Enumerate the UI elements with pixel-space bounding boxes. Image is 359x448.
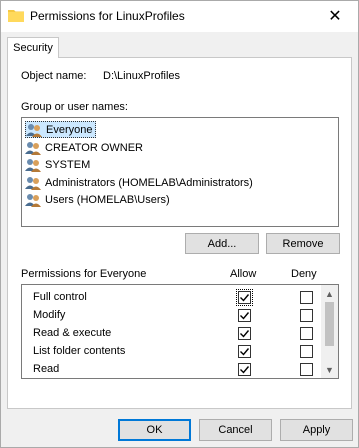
object-name-label: Object name:: [21, 70, 87, 82]
scroll-up-icon[interactable]: ▲: [321, 285, 338, 302]
checkmark-icon: [240, 312, 250, 320]
user-label: SYSTEM: [45, 158, 91, 171]
deny-column-header: Deny: [291, 268, 317, 280]
add-button-label: Add...: [207, 237, 237, 250]
permission-row-read-execute: Read & execute: [22, 325, 322, 343]
permission-name: Full control: [33, 291, 87, 303]
add-button[interactable]: Add...: [185, 233, 259, 254]
permissions-scrollbar[interactable]: ▲ ▼: [321, 285, 338, 378]
users-group-icon: [25, 193, 41, 207]
cancel-button-label: Cancel: [218, 424, 253, 436]
permissions-header: Permissions for Everyone: [21, 268, 147, 280]
apply-button[interactable]: Apply: [280, 419, 353, 441]
checkmark-icon: [240, 366, 250, 374]
title-bar: Permissions for LinuxProfiles ✕: [1, 1, 358, 32]
close-icon: ✕: [328, 8, 342, 25]
scroll-thumb[interactable]: [325, 302, 334, 346]
permission-row-read: Read: [22, 361, 322, 378]
checkmark-icon: [240, 330, 250, 338]
ok-button-label: OK: [146, 424, 163, 436]
permissions-dialog: Permissions for LinuxProfiles ✕ Security…: [0, 0, 359, 448]
users-group-icon: [25, 176, 41, 190]
allow-column-header: Allow: [230, 268, 257, 280]
user-label: CREATOR OWNER: [45, 141, 143, 154]
list-item-system[interactable]: SYSTEM: [25, 156, 93, 173]
permission-name: Read: [33, 363, 60, 375]
group-user-list[interactable]: Everyone CREATOR OWNER SYSTEM Administra…: [21, 117, 339, 227]
tab-security[interactable]: Security: [7, 37, 59, 58]
window-title: Permissions for LinuxProfiles: [30, 9, 185, 23]
ok-button[interactable]: OK: [118, 419, 191, 441]
users-group-icon: [25, 158, 41, 172]
list-item-users[interactable]: Users (HOMELAB\Users): [25, 191, 173, 208]
permission-row-modify: Modify: [22, 307, 322, 325]
allow-checkbox[interactable]: [238, 345, 251, 358]
deny-checkbox[interactable]: [300, 309, 313, 322]
permissions-list[interactable]: Full control Modify Read & execute List …: [21, 284, 339, 379]
users-group-icon: [25, 141, 41, 155]
permission-row-list-folder-contents: List folder contents: [22, 343, 322, 361]
deny-checkbox[interactable]: [300, 363, 313, 376]
list-item-administrators[interactable]: Administrators (HOMELAB\Administrators): [25, 174, 256, 191]
user-label: Users (HOMELAB\Users): [45, 193, 170, 206]
permission-name: Read & execute: [33, 327, 112, 339]
permission-row-full-control: Full control: [22, 289, 322, 307]
users-group-icon: [26, 123, 42, 137]
checkmark-icon: [240, 294, 250, 302]
deny-checkbox[interactable]: [300, 327, 313, 340]
checkmark-icon: [240, 348, 250, 356]
deny-checkbox[interactable]: [300, 345, 313, 358]
list-item-creator-owner[interactable]: CREATOR OWNER: [25, 139, 146, 156]
group-list-label: Group or user names:: [21, 101, 128, 113]
user-label: Administrators (HOMELAB\Administrators): [45, 176, 253, 189]
cancel-button[interactable]: Cancel: [199, 419, 272, 441]
remove-button[interactable]: Remove: [266, 233, 340, 254]
deny-checkbox[interactable]: [300, 291, 313, 304]
allow-checkbox[interactable]: [238, 363, 251, 376]
allow-checkbox[interactable]: [238, 309, 251, 322]
user-label: Everyone: [46, 123, 93, 136]
remove-button-label: Remove: [282, 237, 324, 250]
security-panel: Object name: D:\LinuxProfiles Group or u…: [7, 57, 352, 409]
allow-checkbox[interactable]: [236, 289, 253, 306]
scroll-down-icon[interactable]: ▼: [321, 361, 338, 378]
permission-name: List folder contents: [33, 345, 126, 357]
permission-name: Modify: [33, 309, 66, 321]
object-name-value: D:\LinuxProfiles: [103, 70, 181, 82]
apply-button-label: Apply: [302, 424, 331, 436]
close-button[interactable]: ✕: [312, 1, 358, 31]
folder-icon: [8, 10, 24, 22]
allow-checkbox[interactable]: [238, 327, 251, 340]
list-item-everyone[interactable]: Everyone: [25, 121, 97, 138]
tab-security-label: Security: [13, 42, 53, 54]
